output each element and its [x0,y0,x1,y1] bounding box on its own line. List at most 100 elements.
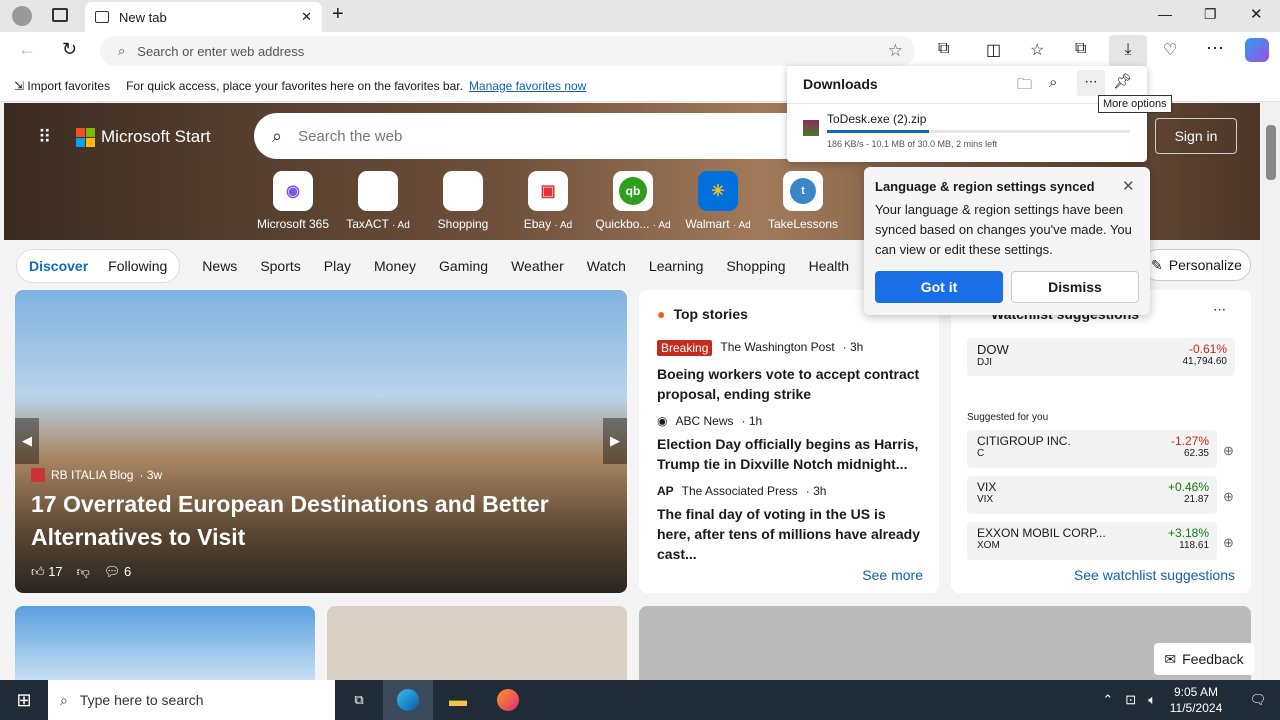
web-search-box[interactable]: ⌕ Search the web [254,113,814,159]
dislike-button[interactable]: 👎︎ [77,564,90,580]
see-watchlist-link[interactable]: See watchlist suggestions [1074,567,1235,583]
nav-watch[interactable]: Watch [587,258,626,274]
nav-news[interactable]: News [202,258,237,274]
extensions-icon[interactable]: ⧉ [938,40,949,58]
nav-gaming[interactable]: Gaming [439,258,488,274]
quicklink-ebay[interactable]: ▣ Ebay · Ad [508,171,588,231]
download-filename[interactable]: ToDesk.exe (2).zip [827,112,926,126]
close-window-button[interactable]: ✕ [1250,5,1263,23]
firefox-icon[interactable] [483,689,533,711]
more-options-icon[interactable]: ⋯ [1213,302,1226,318]
story-headline[interactable]: Election Day officially begins as Harris… [657,434,921,474]
microsoft-start-logo[interactable]: Microsoft Start [76,127,211,147]
system-tray[interactable]: ⌃ ⊡ 🔈︎ [1102,692,1156,708]
browser-essentials-icon[interactable]: ♡ [1163,40,1177,60]
quicklink-shopping[interactable]: ⌂ Shopping [423,171,503,231]
carousel-next-button[interactable]: ▶ [603,418,627,464]
dismiss-button[interactable]: Dismiss [1011,271,1139,303]
microsoft-365-icon: ◉ [273,171,313,211]
nav-sports[interactable]: Sports [260,258,300,274]
story-headline[interactable]: The final day of voting in the US is her… [657,504,921,564]
tab-discover[interactable]: Discover [29,258,88,274]
back-button[interactable]: ← [18,39,36,60]
personalize-button[interactable]: ✎ Personalize [1142,249,1251,281]
takelessons-icon: t [783,171,823,211]
settings-more-icon[interactable]: ⋯ [1206,38,1224,59]
quicklink-walmart[interactable]: ✳ Walmart · Ad [678,171,758,231]
add-stock-button[interactable]: ⊕ [1223,489,1234,505]
stock-row[interactable]: CITIGROUP INC. C -1.27% 62.35 [967,430,1217,468]
address-bar[interactable]: ⌕ Search or enter web address ☆ [100,36,915,66]
favorites-hint: For quick access, place your favorites h… [126,78,463,93]
like-button[interactable]: 👍︎ 17 [31,564,63,580]
add-stock-button[interactable]: ⊕ [1223,535,1234,551]
sync-notification: Language & region settings synced ✕ Your… [864,167,1150,315]
got-it-button[interactable]: Got it [875,271,1003,303]
new-tab-button[interactable]: + [332,3,344,26]
quicklink-takelessons[interactable]: t TakeLessons [763,171,843,231]
hero-headline[interactable]: 17 Overrated European Destinations and B… [31,488,591,554]
edge-taskbar-icon[interactable] [383,680,433,720]
network-icon: ⊡ [1125,692,1137,707]
story-source: Breaking The Washington Post · 3h [657,340,921,356]
page-scrollbar[interactable] [1262,103,1280,680]
quicklink-quickbooks[interactable]: qb Quickbo... · Ad [593,171,673,231]
suggested-label: Suggested for you [967,412,1049,423]
close-icon[interactable]: ✕ [1122,177,1135,195]
copilot-icon[interactable] [1245,38,1269,62]
top-stories-card: ● Top stories Breaking The Washington Post… [639,290,939,593]
nav-health[interactable]: Health [809,258,849,274]
tab-following[interactable]: Following [108,258,167,274]
quicklink-taxact[interactable]: ✕ TaxACT · Ad [338,171,418,231]
task-view-icon[interactable]: ⧉ [335,692,383,708]
apps-grid-icon[interactable]: ⠿ [38,127,51,148]
search-icon: ⌕ [60,691,68,708]
stock-row[interactable]: VIX VIX +0.46% 21.87 [967,476,1217,514]
start-button[interactable]: ⊞ [0,690,48,711]
file-explorer-icon[interactable]: ▬ [433,690,483,711]
open-folder-icon[interactable]: 🗀 [1017,74,1032,99]
close-tab-icon[interactable]: ✕ [301,9,312,25]
nav-learning[interactable]: Learning [649,258,704,274]
nav-play[interactable]: Play [324,258,351,274]
abc-logo-icon: ◉ [657,414,668,428]
story-headline[interactable]: Boeing workers vote to accept contract p… [657,364,921,404]
article-card[interactable] [15,606,315,680]
maximize-button[interactable]: ❐ [1204,6,1217,23]
taskbar-search[interactable]: ⌕ Type here to search [48,680,335,720]
refresh-button[interactable]: ↻ [62,39,77,60]
stock-row-dow[interactable]: DOW DJI -0.61% 41,794.60 [967,338,1235,376]
profile-avatar[interactable] [12,6,32,26]
feedback-button[interactable]: ✉ Feedback [1154,643,1254,675]
add-stock-button[interactable]: ⊕ [1223,443,1234,459]
favorites-icon[interactable]: ☆ [1030,40,1044,60]
comments-button[interactable]: 💬︎ 6 [104,564,131,580]
clock[interactable]: 9:05 AM 11/5/2024 [1156,684,1236,716]
stock-row[interactable]: EXXON MOBIL CORP... XOM +3.18% 118.61 [967,522,1217,560]
nav-shopping[interactable]: Shopping [726,258,785,274]
tab-new-tab[interactable]: New tab ✕ [85,2,322,32]
more-options-button[interactable]: ⋯ [1077,70,1105,96]
address-input[interactable]: Search or enter web address [137,44,875,59]
downloads-button[interactable]: ⤓ [1109,35,1147,67]
collections-icon[interactable]: ⧉ [1075,40,1086,58]
notifications-icon[interactable]: 🗨︎ [1236,692,1280,708]
nav-weather[interactable]: Weather [511,258,564,274]
web-search-input[interactable]: Search the web [298,128,402,145]
import-favorites[interactable]: ⇲ Import favorites [14,79,110,93]
favorite-star-icon[interactable]: ☆ [888,41,903,61]
search-icon[interactable]: ⌕ [1049,74,1057,91]
downloads-panel: Downloads 🗀 ⌕ ⋯ 📌︎ ToDesk.exe (2).zip 18… [787,66,1147,162]
nav-money[interactable]: Money [374,258,416,274]
pin-icon[interactable]: 📌︎ [1113,72,1132,90]
sign-in-button[interactable]: Sign in [1155,118,1237,154]
manage-favorites-link[interactable]: Manage favorites now [469,79,586,93]
article-card[interactable] [327,606,627,680]
minimize-button[interactable]: — [1158,6,1172,22]
tab-actions-icon[interactable] [52,8,68,22]
hero-article-card[interactable]: ◀ ▶ RB ITALIA Blog · 3w 17 Overrated Euro… [15,290,627,593]
split-screen-icon[interactable]: ◫ [986,40,1001,60]
see-more-link[interactable]: See more [862,567,923,583]
quicklink-microsoft-365[interactable]: ◉ Microsoft 365 [253,171,333,231]
carousel-prev-button[interactable]: ◀ [15,418,39,464]
